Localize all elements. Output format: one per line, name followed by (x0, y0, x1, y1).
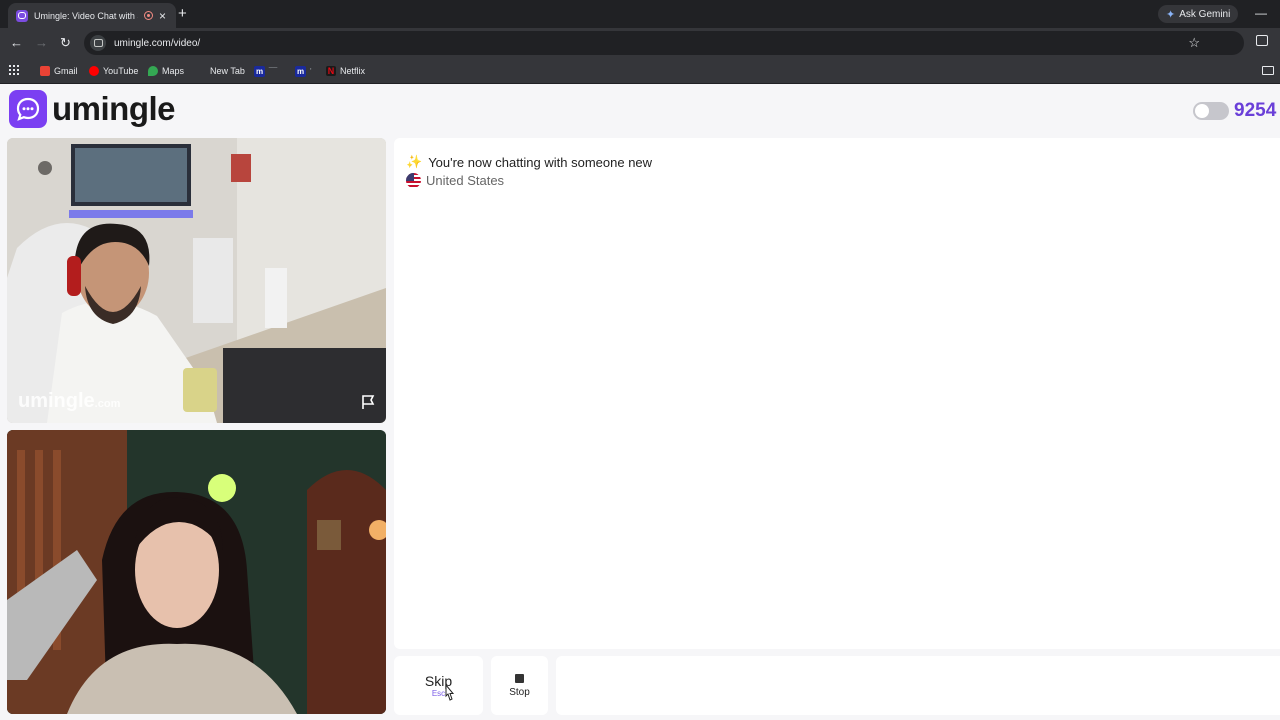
bookmark-gmail[interactable]: Gmail (40, 63, 78, 79)
skip-button[interactable]: Skip Esc (394, 656, 483, 715)
bookmark-maps[interactable]: Maps (148, 63, 184, 79)
site-info-icon[interactable] (90, 35, 106, 51)
stranger-video-frame (7, 138, 386, 423)
browser-toolbar: ← → ↻ umingle.com/video/ ☆ (0, 28, 1280, 58)
self-video (7, 430, 386, 714)
stop-label: Stop (509, 686, 530, 698)
bookmark-m-2[interactable]: m ' (295, 63, 312, 79)
system-message: ✨ You're now chatting with someone new (406, 154, 652, 170)
online-users-count: 9254 (1234, 100, 1277, 121)
tab-title: Umingle: Video Chat with Strangers (34, 10, 138, 21)
browser-tab[interactable]: Umingle: Video Chat with Strangers × (8, 3, 176, 28)
umingle-watermark: umingle.com (18, 390, 121, 412)
country-name: United States (426, 173, 505, 188)
tab-close-icon[interactable]: × (159, 10, 166, 22)
apps-grid-icon[interactable] (9, 65, 19, 75)
address-bar[interactable]: umingle.com/video/ ☆ (84, 31, 1244, 55)
mouse-pointer-icon (442, 683, 456, 707)
netflix-icon: N (326, 66, 336, 76)
bookmark-label: YouTube (103, 66, 139, 76)
new-tab-icon (196, 66, 206, 76)
umingle-favicon-icon (16, 9, 28, 22)
site-logo[interactable]: umingle (9, 90, 176, 128)
bookmark-redacted: ‾‾‾ (269, 66, 277, 76)
bookmark-netflix[interactable]: N Netflix (326, 63, 365, 79)
back-arrow-icon[interactable]: ← (10, 35, 23, 51)
gemini-sparkle-icon: ✦ (1166, 8, 1176, 21)
ask-gemini-label: Ask Gemini (1179, 8, 1231, 20)
bookmarks-bar: Gmail YouTube Maps New Tab m ‾‾‾ m ' N N… (0, 58, 1280, 84)
bookmark-label: Gmail (54, 66, 78, 76)
dark-mode-toggle[interactable] (1193, 102, 1229, 120)
recording-icon (144, 11, 153, 20)
bookmark-star-icon[interactable]: ☆ (1188, 35, 1200, 51)
bookmark-label: New Tab (210, 66, 245, 76)
bookmark-label: Netflix (340, 66, 366, 76)
chat-log: ✨ You're now chatting with someone new U… (394, 138, 1280, 649)
side-panel-icon[interactable] (1256, 35, 1268, 46)
url-text[interactable]: umingle.com/video/ (114, 38, 200, 49)
us-flag-icon (406, 173, 421, 188)
message-input[interactable] (556, 656, 1280, 715)
m-bookmark-icon: m (295, 65, 306, 77)
sparkles-icon: ✨ (406, 154, 423, 169)
new-tab-button[interactable]: + (178, 5, 187, 22)
bookmark-youtube[interactable]: YouTube (89, 63, 138, 79)
ask-gemini-button[interactable]: ✦ Ask Gemini (1158, 5, 1239, 23)
minimize-window-button[interactable]: — (1255, 6, 1267, 20)
bookmark-new-tab[interactable]: New Tab (196, 63, 245, 79)
maps-icon (148, 66, 158, 76)
m-bookmark-icon: m (254, 65, 265, 77)
stranger-video: umingle.com (7, 138, 386, 423)
stop-button[interactable]: Stop (491, 656, 548, 715)
reload-icon[interactable]: ↻ (60, 35, 71, 51)
bookmark-label: Maps (162, 66, 185, 76)
umingle-page: umingle 9254 umingle.com ✨ You're now ch… (0, 84, 1280, 720)
gmail-icon (40, 66, 50, 76)
forward-arrow-icon[interactable]: → (35, 35, 48, 51)
stranger-country: United States (406, 173, 504, 188)
stop-square-icon (515, 673, 524, 683)
bookmark-redacted: ' (310, 66, 312, 76)
bookmarks-folder-icon[interactable] (1262, 66, 1274, 75)
toggle-knob (1195, 104, 1209, 118)
system-message-text: You're now chatting with someone new (428, 154, 653, 170)
brand-name: umingle (52, 90, 176, 127)
self-video-frame (7, 430, 386, 714)
bookmark-m-1[interactable]: m ‾‾‾ (254, 63, 277, 79)
browser-tab-bar: Umingle: Video Chat with Strangers × + ✦… (0, 0, 1280, 28)
chat-bubble-logo-icon (9, 90, 47, 128)
youtube-icon (89, 66, 99, 76)
